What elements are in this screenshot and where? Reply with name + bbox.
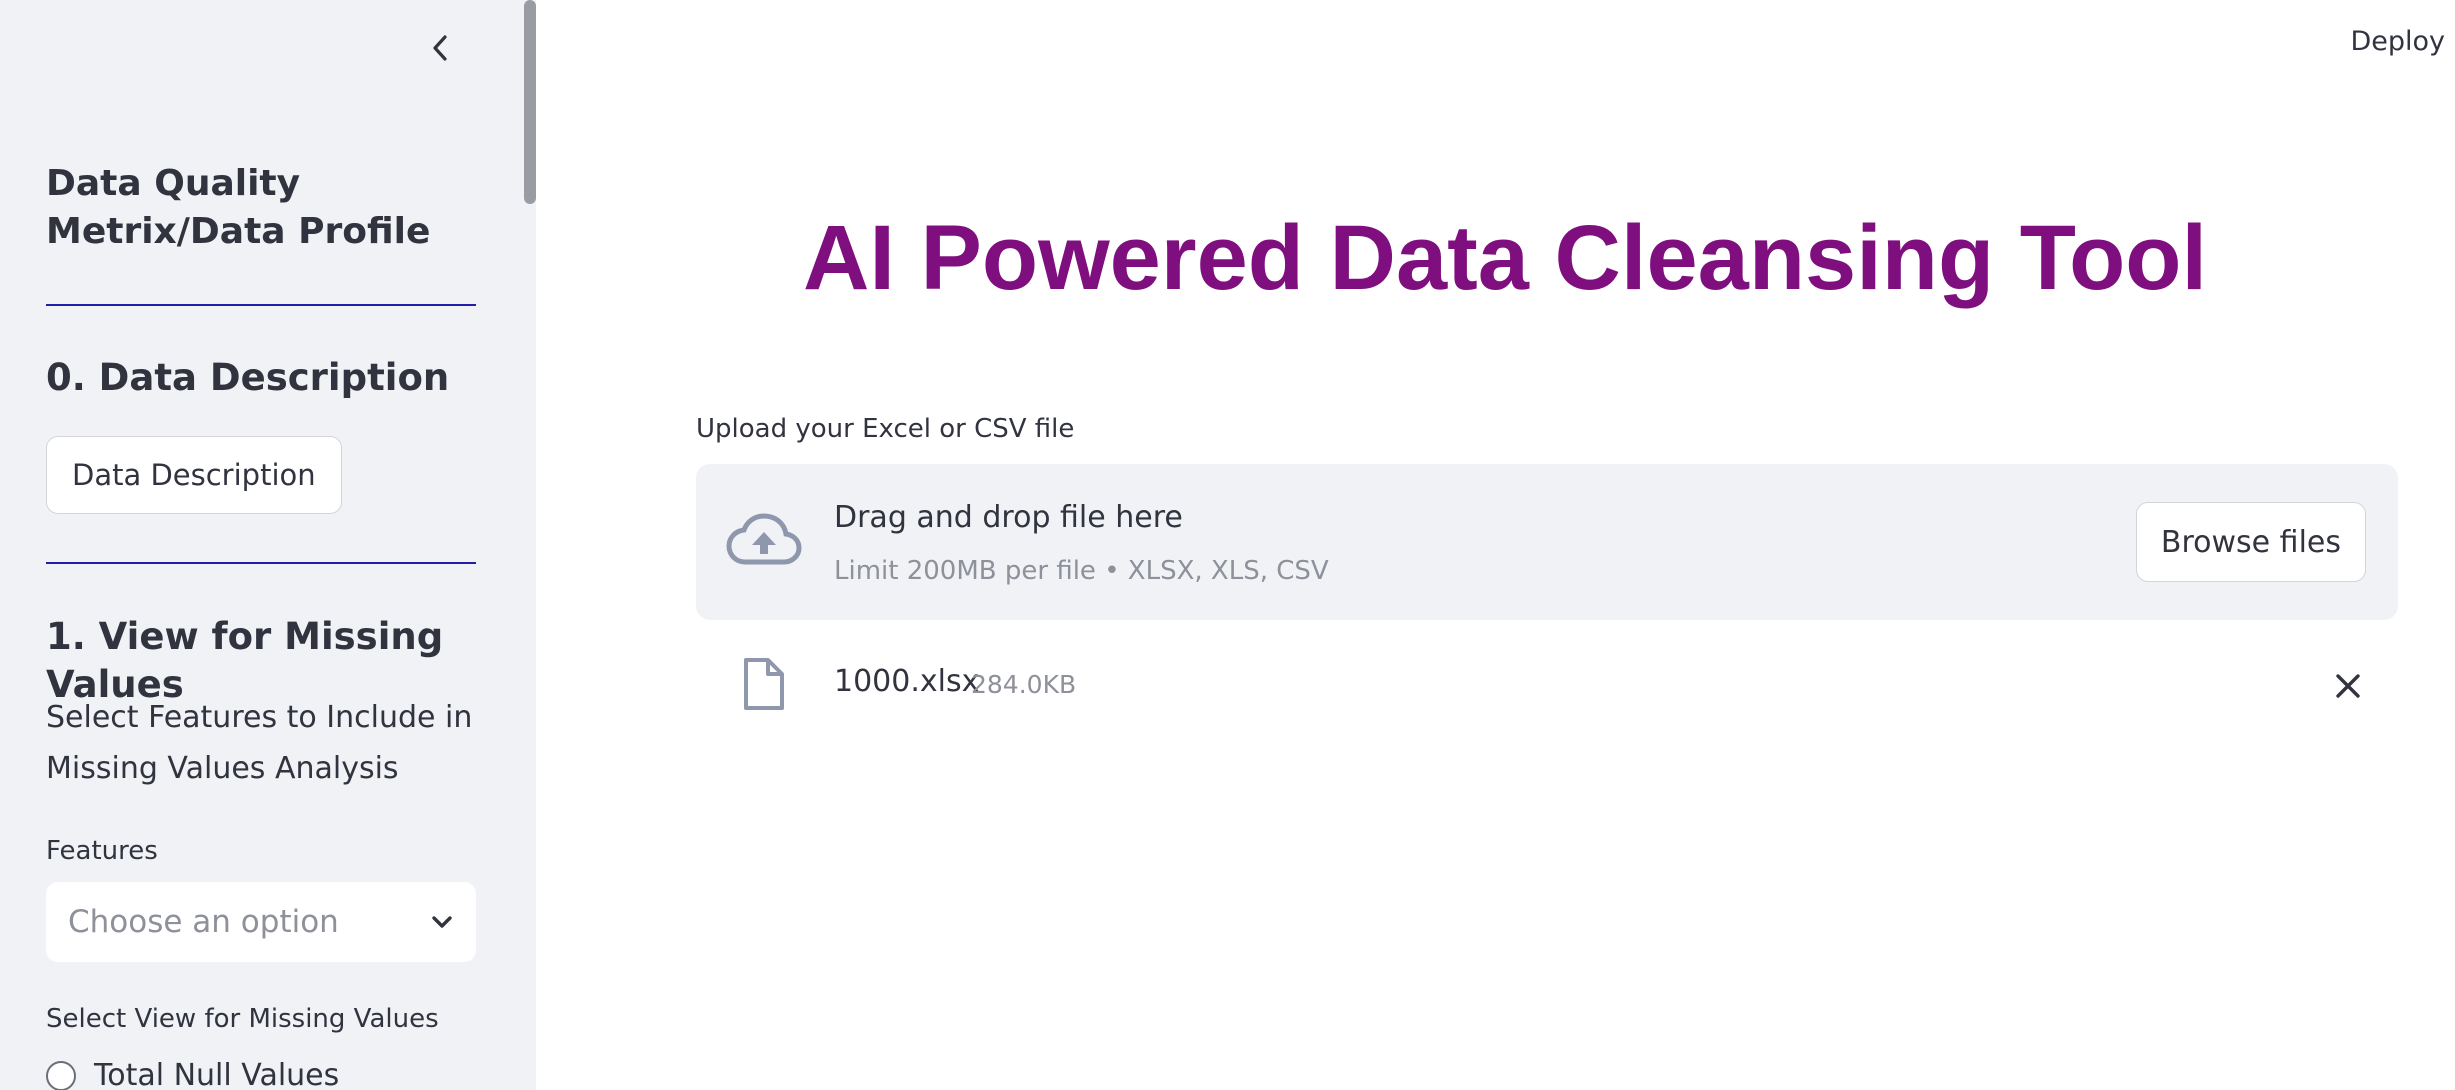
collapse-sidebar-button[interactable] xyxy=(420,28,460,68)
radio-label: Total Null Values xyxy=(94,1058,340,1090)
features-select[interactable]: Choose an option xyxy=(46,882,476,962)
dropzone-limit-text: Limit 200MB per file • XLSX, XLS, CSV xyxy=(834,556,1329,586)
features-select-placeholder: Choose an option xyxy=(68,904,339,940)
remove-file-button[interactable] xyxy=(2328,666,2368,706)
file-size: 284.0KB xyxy=(971,670,1077,699)
deploy-button[interactable]: Deploy xyxy=(2350,26,2445,57)
app-root: Data Quality Metrix/Data Profile 0. Data… xyxy=(0,0,2455,1090)
page-title: AI Powered Data Cleansing Tool xyxy=(802,207,2208,309)
view-missing-values-label: Select View for Missing Values xyxy=(46,1004,439,1034)
missing-values-description: Select Features to Include in Missing Va… xyxy=(46,700,473,786)
chevron-left-icon xyxy=(433,35,447,61)
uploaded-file-row: 1000.xlsx 284.0KB xyxy=(696,650,2398,720)
close-icon xyxy=(2336,674,2360,698)
browse-files-button[interactable]: Browse files xyxy=(2135,502,2366,582)
sidebar-scrollbar[interactable] xyxy=(524,0,536,204)
sidebar-divider xyxy=(46,304,476,306)
upload-label: Upload your Excel or CSV file xyxy=(696,414,1075,444)
sidebar-divider xyxy=(46,562,476,564)
section-heading-data-description: 0. Data Description xyxy=(46,356,450,399)
file-name: 1000.xlsx xyxy=(834,664,980,699)
file-icon xyxy=(744,658,784,710)
sidebar: Data Quality Metrix/Data Profile 0. Data… xyxy=(0,0,536,1090)
cloud-upload-icon xyxy=(726,513,802,565)
chevron-down-icon xyxy=(432,916,452,928)
features-label: Features xyxy=(46,836,158,866)
radio-button[interactable] xyxy=(46,1060,76,1090)
file-dropzone[interactable]: Drag and drop file here Limit 200MB per … xyxy=(696,464,2398,620)
radio-option-total-null-values[interactable]: Total Null Values xyxy=(46,1058,339,1090)
data-description-button[interactable]: Data Description xyxy=(46,436,342,514)
sidebar-title: Data Quality Metrix/Data Profile xyxy=(46,163,431,252)
dropzone-instructions: Drag and drop file here xyxy=(834,500,1183,535)
